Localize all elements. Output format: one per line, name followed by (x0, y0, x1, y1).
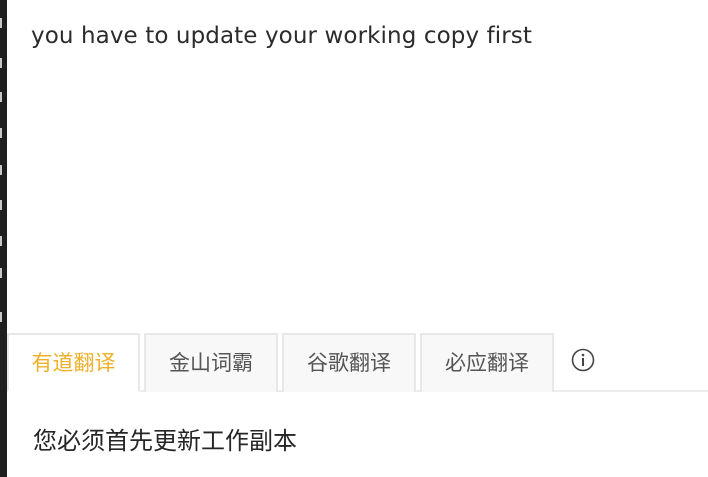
background-glyph (0, 18, 7, 28)
translator-tabs: 有道翻译 金山词霸 谷歌翻译 必应翻译 (7, 333, 708, 392)
background-glyph (0, 312, 7, 322)
background-glyph (0, 92, 7, 102)
translation-result[interactable]: 您必须首先更新工作副本 (33, 424, 693, 458)
translation-popup: you have to update your working copy fir… (0, 0, 708, 477)
tab-google[interactable]: 谷歌翻译 (282, 333, 416, 392)
source-text[interactable]: you have to update your working copy fir… (31, 20, 691, 52)
info-circle-icon[interactable] (571, 348, 595, 372)
tab-youdao[interactable]: 有道翻译 (7, 333, 140, 392)
background-glyph (0, 58, 7, 68)
tab-bing[interactable]: 必应翻译 (420, 333, 554, 392)
background-glyph (0, 236, 7, 246)
background-window-edge (0, 0, 7, 477)
tab-jinshan[interactable]: 金山词霸 (144, 333, 278, 392)
background-glyph (0, 165, 7, 175)
background-glyph (0, 128, 7, 138)
background-glyph (0, 268, 7, 278)
background-glyph (0, 200, 7, 210)
